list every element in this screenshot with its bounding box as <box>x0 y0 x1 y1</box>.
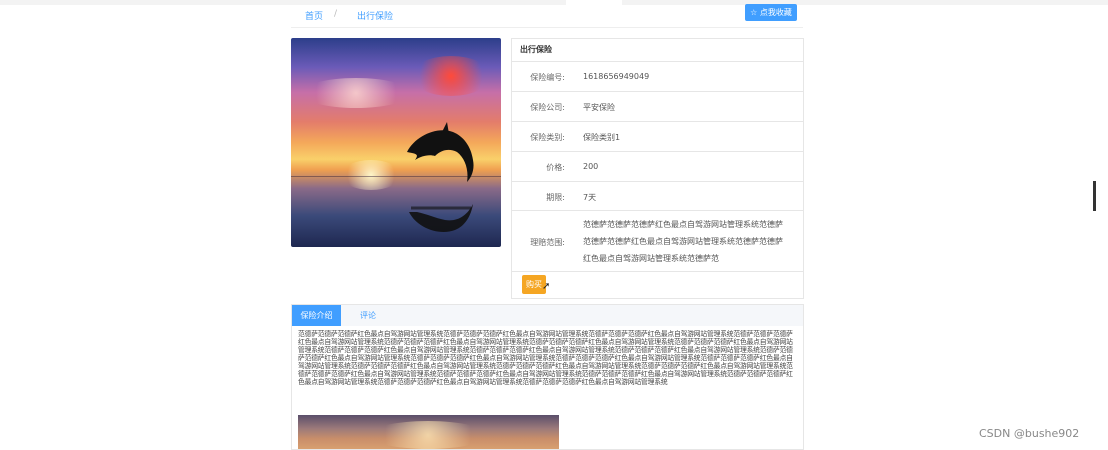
description-image <box>298 415 559 449</box>
field-label: 期限: <box>546 193 565 202</box>
tab-content: 范德萨范德萨范德萨红色最点自驾游网站管理系统范德萨范德萨范德萨红色最点自驾游网站… <box>291 325 804 450</box>
dolphin-silhouette-icon <box>407 122 474 232</box>
field-value: 保险类别1 <box>583 133 621 142</box>
watermark: CSDN @bushe902 <box>979 427 1080 440</box>
field-value: 平安保险 <box>583 103 615 112</box>
breadcrumb: 首页 / 出行保险 ☆ 点我收藏 <box>291 0 803 28</box>
field-label: 保险类别: <box>530 133 565 142</box>
field-row-category: 保险类别: 保险类别1 <box>512 122 803 152</box>
breadcrumb-current[interactable]: 出行保险 <box>357 9 393 22</box>
field-value: 200 <box>583 162 599 171</box>
insurance-description: 范德萨范德萨范德萨红色最点自驾游网站管理系统范德萨范德萨范德萨红色最点自驾游网站… <box>298 330 793 386</box>
field-row-term: 期限: 7天 <box>512 182 803 211</box>
mouse-cursor-icon: ➚ <box>542 281 551 292</box>
field-value: 范德萨范德萨范德萨红色最点自驾游网站管理系统范德萨范德萨范德萨红色最点自驾游网站… <box>583 220 783 263</box>
scrollbar-marker[interactable] <box>1093 181 1096 211</box>
product-image <box>291 38 501 247</box>
field-row-coverage: 理赔范围: 范德萨范德萨范德萨红色最点自驾游网站管理系统范德萨范德萨范德萨红色最… <box>512 211 803 272</box>
field-row-company: 保险公司: 平安保险 <box>512 92 803 122</box>
tab-comments[interactable]: 评论 <box>348 305 388 326</box>
breadcrumb-home-link[interactable]: 首页 <box>305 9 323 22</box>
field-label: 理赔范围: <box>530 238 565 247</box>
field-label: 保险公司: <box>530 103 565 112</box>
field-row-price: 价格: 200 <box>512 152 803 182</box>
breadcrumb-separator: / <box>334 9 338 19</box>
tab-introduction[interactable]: 保险介绍 <box>292 305 341 326</box>
field-value: 7天 <box>583 193 597 202</box>
field-label: 保险编号: <box>530 73 565 82</box>
detail-title: 出行保险 <box>512 39 803 62</box>
insurance-detail-panel: 出行保险 保险编号: 1618656949049 保险公司: 平安保险 保险类别… <box>511 38 804 299</box>
field-row-id: 保险编号: 1618656949049 <box>512 62 803 92</box>
main-container: 首页 / 出行保险 ☆ 点我收藏 出行保险 保险编号: 161865694904… <box>291 0 804 450</box>
favorite-button[interactable]: ☆ 点我收藏 <box>745 4 797 21</box>
tab-bar: 保险介绍 评论 <box>291 304 804 326</box>
field-label: 价格: <box>546 163 565 172</box>
field-value: 1618656949049 <box>583 72 650 81</box>
